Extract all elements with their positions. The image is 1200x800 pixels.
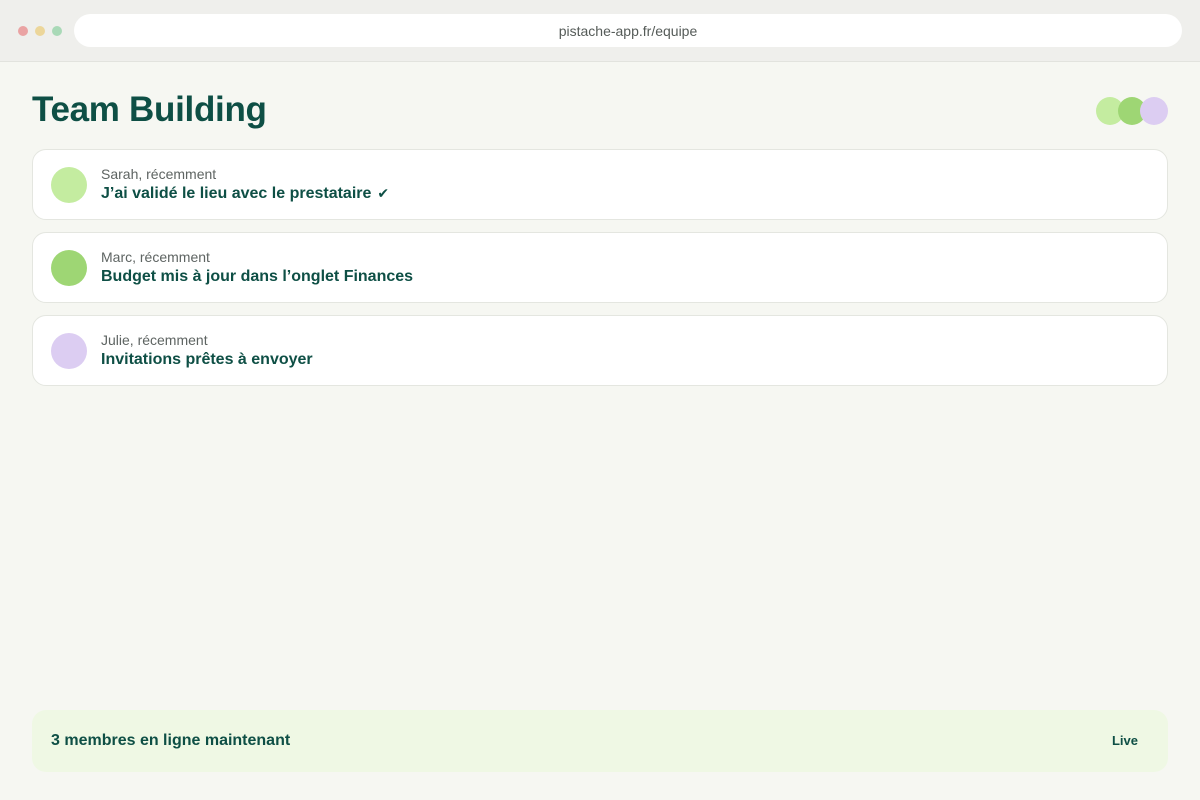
- address-bar[interactable]: pistache-app.fr/equipe: [74, 14, 1182, 47]
- page-title: Team Building: [32, 90, 267, 129]
- url-text: pistache-app.fr/equipe: [558, 22, 698, 39]
- activity-message: Budget mis à jour dans l’onglet Finances: [101, 268, 414, 285]
- online-status-bar: 3 membres en ligne maintenant Live: [32, 710, 1168, 772]
- activity-meta: Julie, récemment: [101, 332, 208, 348]
- activity-message: J’ai validé le lieu avec le prestataire ✔: [101, 185, 389, 203]
- check-icon: ✔: [377, 185, 390, 201]
- browser-toolbar: pistache-app.fr/equipe: [0, 0, 1200, 62]
- activity-meta: Marc, récemment: [101, 249, 210, 265]
- online-status-text: 3 membres en ligne maintenant: [51, 732, 291, 749]
- avatar: [51, 333, 87, 369]
- window-maximize-button[interactable]: [52, 26, 62, 36]
- activity-item[interactable]: Julie, récemment Invitations prêtes à en…: [32, 315, 1168, 386]
- live-badge: Live: [1111, 733, 1138, 748]
- online-members-avatars[interactable]: [1096, 97, 1172, 125]
- activity-message-text: J’ai validé le lieu avec le prestataire: [101, 185, 372, 202]
- avatar: [51, 167, 87, 203]
- avatar: [1140, 97, 1168, 125]
- avatar: [51, 250, 87, 286]
- activity-meta: Sarah, récemment: [101, 166, 217, 182]
- activity-message: Invitations prêtes à envoyer: [101, 351, 313, 368]
- window-minimize-button[interactable]: [35, 26, 45, 36]
- activity-item[interactable]: Sarah, récemment J’ai validé le lieu ave…: [32, 149, 1168, 220]
- window-close-button[interactable]: [18, 26, 28, 36]
- activity-item[interactable]: Marc, récemment Budget mis à jour dans l…: [32, 232, 1168, 303]
